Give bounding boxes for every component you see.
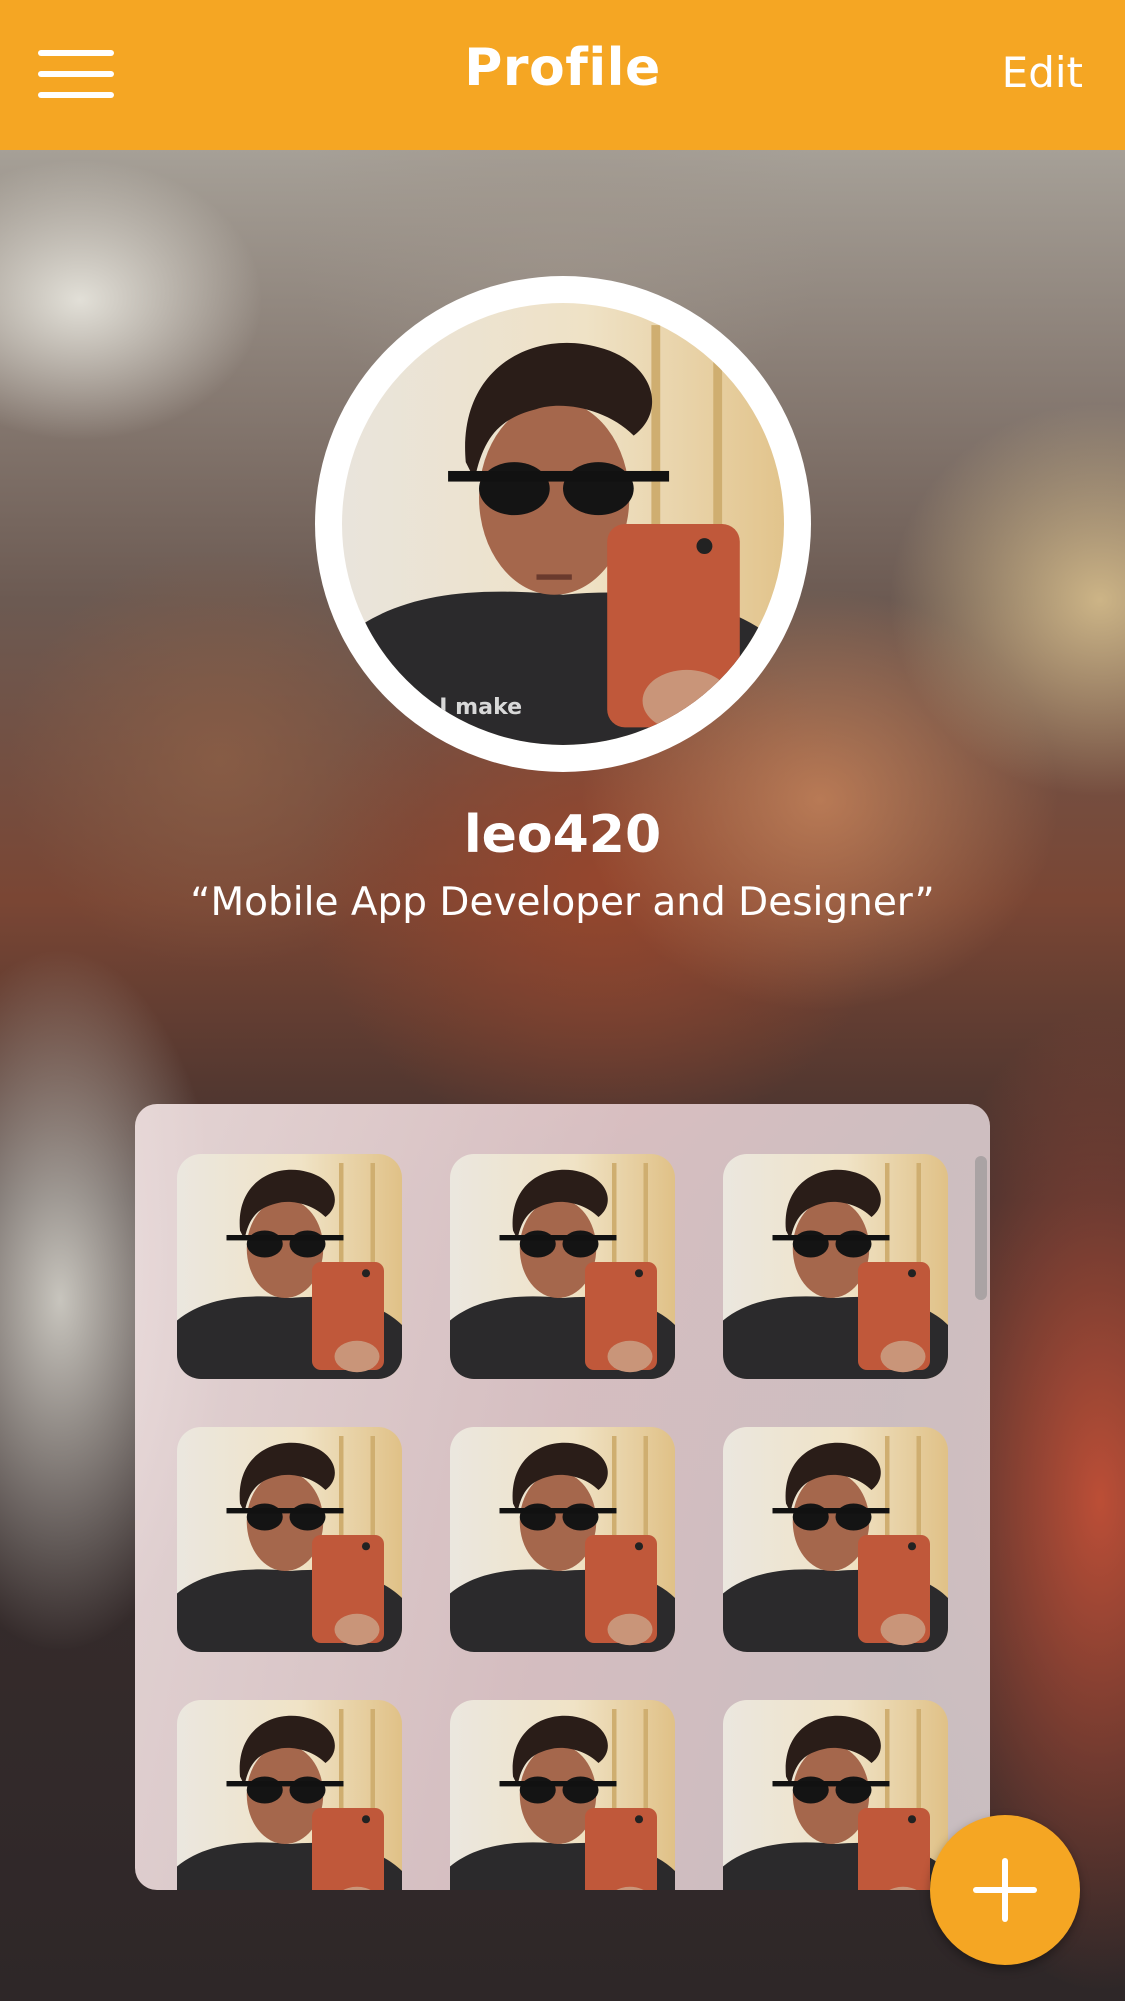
selfie-symbol-defs <box>0 0 1125 2001</box>
